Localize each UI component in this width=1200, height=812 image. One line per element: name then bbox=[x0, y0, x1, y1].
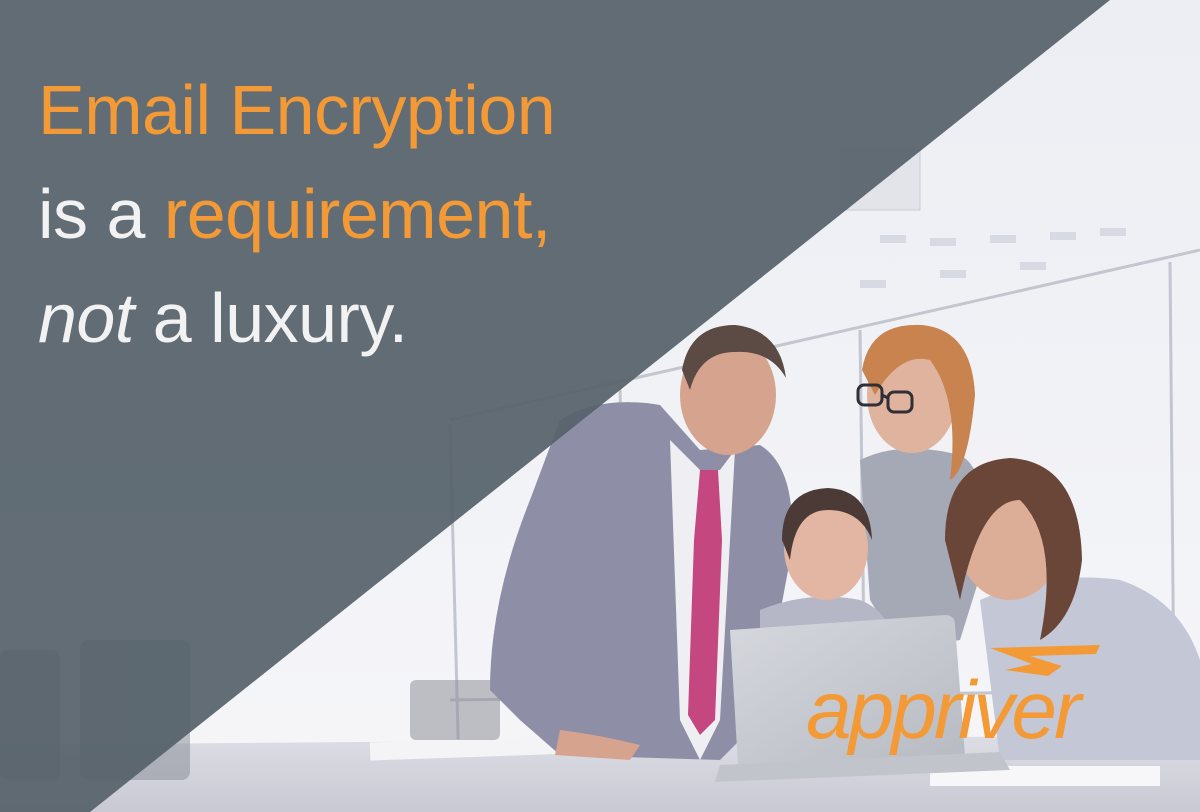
headline: Email Encryption is a requirement, not a… bbox=[38, 58, 556, 370]
headline-line-3: not a luxury. bbox=[38, 266, 555, 370]
appriver-logo: appriver bbox=[806, 645, 1100, 756]
headline-line-1: Email Encryption bbox=[38, 58, 556, 162]
headline-line3-part1: not bbox=[38, 279, 134, 357]
logo-wordmark: appriver bbox=[806, 665, 1085, 756]
headline-line-2: is a requirement, bbox=[38, 162, 555, 266]
headline-line1-part1: Email Encryption bbox=[38, 71, 556, 149]
headline-line2-part2: requirement, bbox=[163, 175, 551, 253]
banner-image: Email Encryption is a requirement, not a… bbox=[0, 0, 1200, 812]
headline-line3-part2: a luxury. bbox=[152, 279, 408, 357]
headline-line2-part1: is a bbox=[38, 175, 145, 253]
